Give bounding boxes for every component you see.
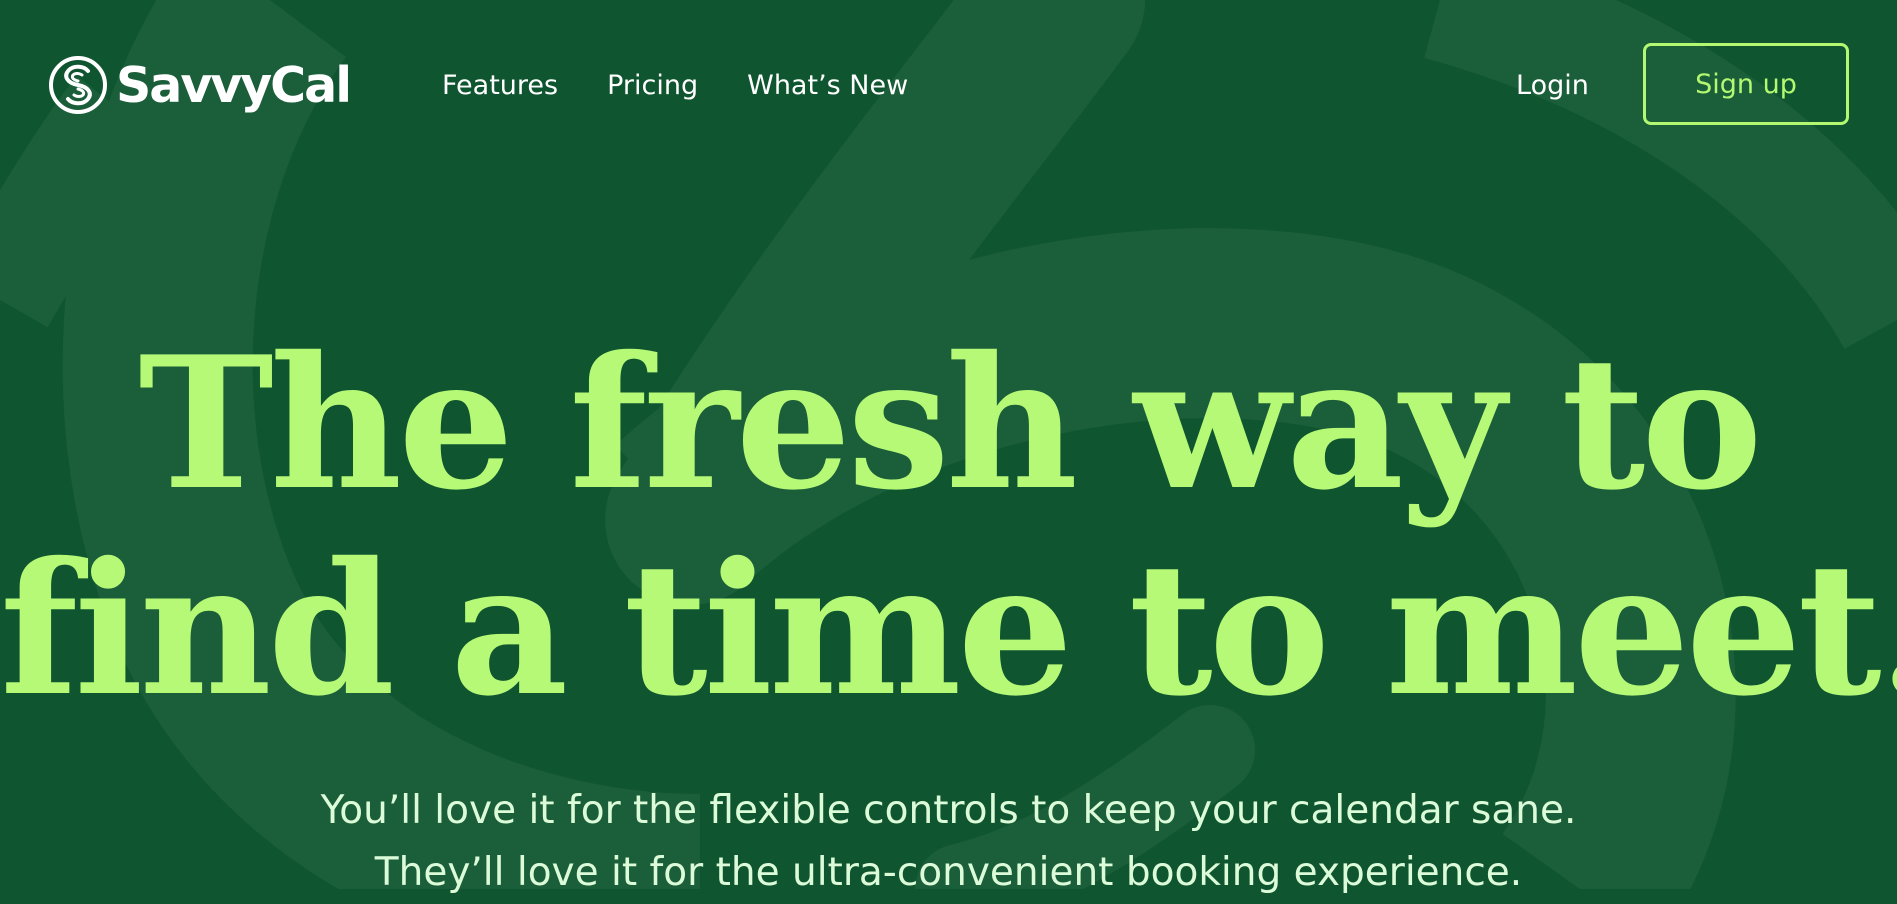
site-header: SavvyCal Features Pricing What’s New Log… [0, 0, 1897, 170]
hero-subtitle: You’ll love it for the flexible controls… [0, 780, 1897, 904]
login-link[interactable]: Login [1516, 66, 1589, 106]
hero-subtitle-line-2: They’ll love it for the ultra-convenient… [374, 850, 1523, 895]
main-nav: Features Pricing What’s New [442, 66, 908, 106]
nav-item-whats-new[interactable]: What’s New [747, 66, 908, 106]
hero-subtitle-line-1: You’ll love it for the flexible controls… [320, 788, 1577, 833]
savvycal-s-icon [49, 56, 107, 114]
signup-button[interactable]: Sign up [1643, 43, 1849, 125]
hero-headline: The fresh way to find a time to meet. [0, 320, 1897, 732]
hero-headline-line-2: find a time to meet. [0, 522, 1897, 736]
logo-link[interactable]: SavvyCal [48, 53, 352, 117]
hero-headline-line-1: The fresh way to [138, 316, 1762, 530]
nav-item-features[interactable]: Features [442, 66, 558, 106]
nav-item-pricing[interactable]: Pricing [607, 66, 698, 106]
brand-name: SavvyCal [116, 56, 352, 114]
